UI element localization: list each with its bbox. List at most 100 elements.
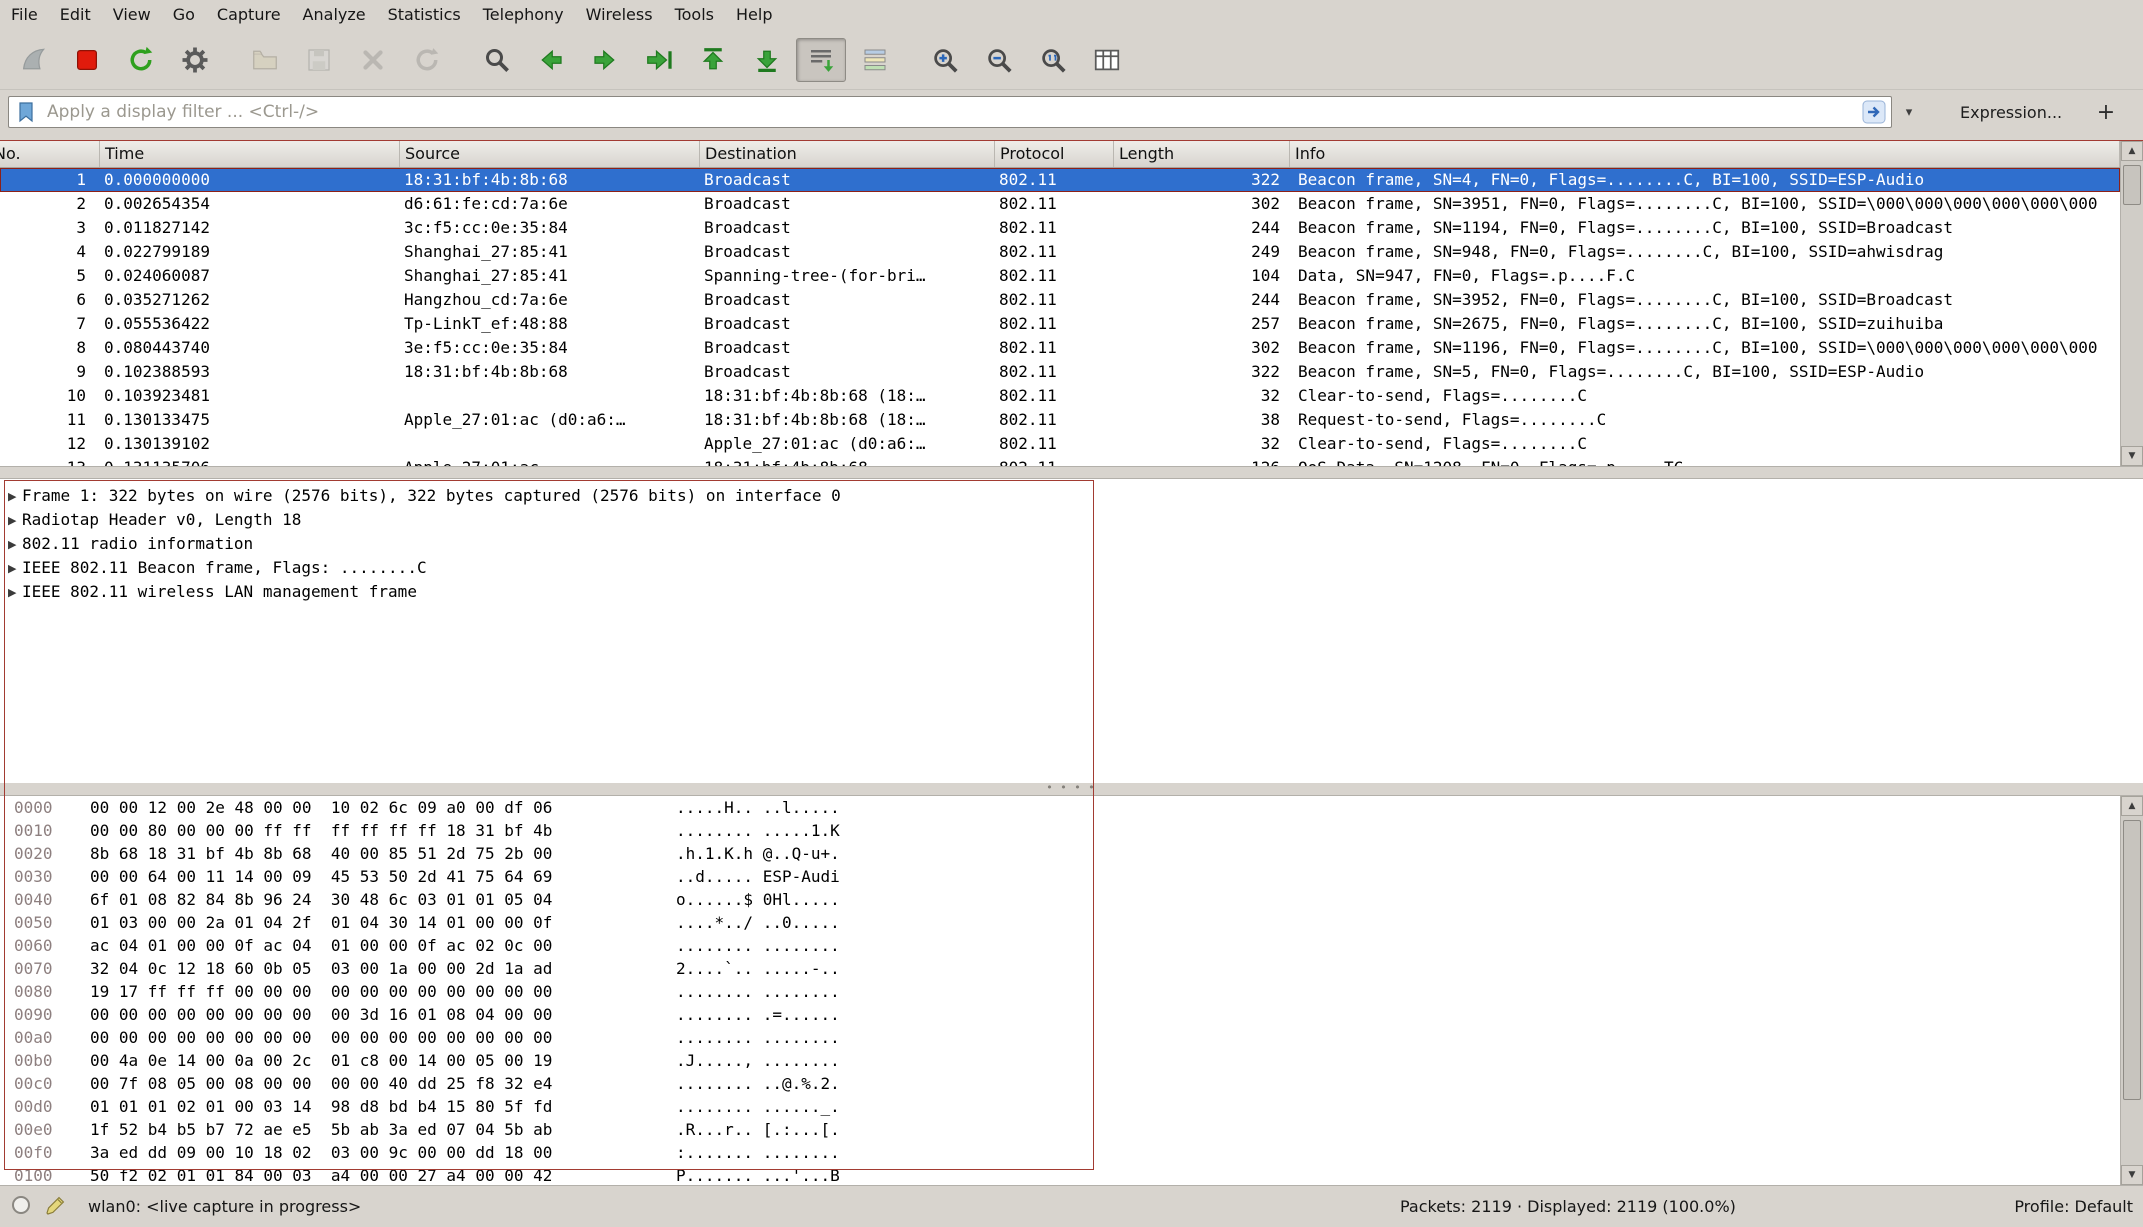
expander-icon[interactable]: ▶ bbox=[0, 562, 22, 575]
restart-capture-button[interactable] bbox=[116, 38, 166, 82]
menu-help[interactable]: Help bbox=[725, 0, 783, 30]
hex-row[interactable]: 0060ac 04 01 00 00 0f ac 04 01 00 00 0f … bbox=[0, 934, 2143, 957]
resize-columns-button[interactable] bbox=[1082, 38, 1132, 82]
zoom-in-button[interactable] bbox=[920, 38, 970, 82]
stop-capture-button[interactable] bbox=[62, 38, 112, 82]
scroll-thumb[interactable] bbox=[2123, 820, 2141, 1100]
zoom-reset-button[interactable] bbox=[1028, 38, 1078, 82]
column-header-time[interactable]: Time bbox=[100, 141, 400, 167]
detail-row[interactable]: ▶Frame 1: 322 bytes on wire (2576 bits),… bbox=[0, 484, 2143, 508]
cell-no: 12 bbox=[0, 432, 100, 456]
go-back-button[interactable] bbox=[526, 38, 576, 82]
hex-row[interactable]: 00a000 00 00 00 00 00 00 00 00 00 00 00 … bbox=[0, 1026, 2143, 1049]
detail-row[interactable]: ▶Radiotap Header v0, Length 18 bbox=[0, 508, 2143, 532]
packet-row[interactable]: 70.055536422Tp-LinkT_ef:48:88Broadcast80… bbox=[0, 312, 2120, 336]
filter-bookmark-icon[interactable] bbox=[15, 100, 39, 128]
hex-row[interactable]: 007032 04 0c 12 18 60 0b 05 03 00 1a 00 … bbox=[0, 957, 2143, 980]
packet-row[interactable]: 130.131135706Apple_27:01:ac18:31:bf:4b:8… bbox=[0, 456, 2120, 466]
zoom-out-button[interactable] bbox=[974, 38, 1024, 82]
go-to-packet-button[interactable] bbox=[634, 38, 684, 82]
hex-row[interactable]: 005001 03 00 00 2a 01 04 2f 01 04 30 14 … bbox=[0, 911, 2143, 934]
column-header-info[interactable]: Info bbox=[1290, 141, 2120, 167]
go-last-button[interactable] bbox=[742, 38, 792, 82]
packet-row[interactable]: 120.130139102Apple_27:01:ac (d0:a6:…802.… bbox=[0, 432, 2120, 456]
packet-list-scrollbar[interactable]: ▲ ▼ bbox=[2120, 141, 2143, 466]
open-file-button[interactable] bbox=[240, 38, 290, 82]
hex-row[interactable]: 00c000 7f 08 05 00 08 00 00 00 00 40 dd … bbox=[0, 1072, 2143, 1095]
expander-icon[interactable]: ▶ bbox=[0, 538, 22, 551]
menu-analyze[interactable]: Analyze bbox=[292, 0, 377, 30]
menu-statistics[interactable]: Statistics bbox=[377, 0, 472, 30]
detail-row[interactable]: ▶IEEE 802.11 wireless LAN management fra… bbox=[0, 580, 2143, 604]
scroll-up-button[interactable]: ▲ bbox=[2121, 141, 2143, 161]
column-header-source[interactable]: Source bbox=[400, 141, 700, 167]
filter-dropdown-button[interactable]: ▾ bbox=[1894, 96, 1924, 128]
scroll-down-button[interactable]: ▼ bbox=[2121, 446, 2143, 466]
hex-row[interactable]: 009000 00 00 00 00 00 00 00 00 3d 16 01 … bbox=[0, 1003, 2143, 1026]
expander-icon[interactable]: ▶ bbox=[0, 490, 22, 503]
scroll-down-button[interactable]: ▼ bbox=[2121, 1165, 2143, 1185]
packet-row[interactable]: 10.00000000018:31:bf:4b:8b:68Broadcast80… bbox=[0, 168, 2120, 192]
packet-row[interactable]: 100.10392348118:31:bf:4b:8b:68 (18:…802.… bbox=[0, 384, 2120, 408]
menu-wireless[interactable]: Wireless bbox=[575, 0, 664, 30]
hex-row[interactable]: 010050 f2 02 01 01 84 00 03 a4 00 00 27 … bbox=[0, 1164, 2143, 1185]
hex-row[interactable]: 00b000 4a 0e 14 00 0a 00 2c 01 c8 00 14 … bbox=[0, 1049, 2143, 1072]
find-packet-button[interactable] bbox=[472, 38, 522, 82]
auto-scroll-button[interactable] bbox=[796, 38, 846, 82]
column-header-destination[interactable]: Destination bbox=[700, 141, 995, 167]
go-forward-button[interactable] bbox=[580, 38, 630, 82]
packet-row[interactable]: 40.022799189Shanghai_27:85:41Broadcast80… bbox=[0, 240, 2120, 264]
scroll-up-button[interactable]: ▲ bbox=[2121, 796, 2143, 816]
filter-apply-icon[interactable] bbox=[1862, 100, 1886, 128]
start-capture-button[interactable] bbox=[8, 38, 58, 82]
menu-capture[interactable]: Capture bbox=[206, 0, 292, 30]
capture-comment-icon[interactable] bbox=[44, 1194, 66, 1220]
close-file-button[interactable] bbox=[348, 38, 398, 82]
menu-view[interactable]: View bbox=[102, 0, 162, 30]
colorize-button[interactable] bbox=[850, 38, 900, 82]
detail-row[interactable]: ▶IEEE 802.11 Beacon frame, Flags: ......… bbox=[0, 556, 2143, 580]
save-file-button[interactable] bbox=[294, 38, 344, 82]
cell-no: 8 bbox=[0, 336, 100, 360]
scroll-thumb[interactable] bbox=[2123, 165, 2141, 205]
packet-row[interactable]: 50.024060087Shanghai_27:85:41Spanning-tr… bbox=[0, 264, 2120, 288]
display-filter-input[interactable] bbox=[8, 96, 1892, 128]
go-first-button[interactable] bbox=[688, 38, 738, 82]
detail-row[interactable]: ▶802.11 radio information bbox=[0, 532, 2143, 556]
hex-row[interactable]: 00406f 01 08 82 84 8b 96 24 30 48 6c 03 … bbox=[0, 888, 2143, 911]
menu-file[interactable]: File bbox=[0, 0, 49, 30]
column-header-no[interactable]: No. bbox=[0, 141, 100, 167]
packet-row[interactable]: 30.0118271423c:f5:cc:0e:35:84Broadcast80… bbox=[0, 216, 2120, 240]
menu-edit[interactable]: Edit bbox=[49, 0, 102, 30]
menu-tools[interactable]: Tools bbox=[664, 0, 725, 30]
filter-add-button[interactable]: + bbox=[2089, 96, 2123, 128]
expression-button[interactable]: Expression... bbox=[1950, 97, 2072, 128]
hex-row[interactable]: 008019 17 ff ff ff 00 00 00 00 00 00 00 … bbox=[0, 980, 2143, 1003]
menu-go[interactable]: Go bbox=[162, 0, 206, 30]
hex-row[interactable]: 000000 00 12 00 2e 48 00 00 10 02 6c 09 … bbox=[0, 796, 2143, 819]
capture-options-button[interactable] bbox=[170, 38, 220, 82]
hex-row[interactable]: 001000 00 80 00 00 00 ff ff ff ff ff ff … bbox=[0, 819, 2143, 842]
hex-row[interactable]: 00f03a ed dd 09 00 10 18 02 03 00 9c 00 … bbox=[0, 1141, 2143, 1164]
pane-splitter[interactable] bbox=[0, 466, 2143, 478]
hex-row[interactable]: 00e01f 52 b4 b5 b7 72 ae e5 5b ab 3a ed … bbox=[0, 1118, 2143, 1141]
column-header-length[interactable]: Length bbox=[1114, 141, 1290, 167]
hex-bytes: 00 00 00 00 00 00 00 00 00 00 00 00 00 0… bbox=[76, 1026, 676, 1049]
expert-info-icon[interactable] bbox=[10, 1194, 32, 1220]
packet-row[interactable]: 60.035271262Hangzhou_cd:7a:6eBroadcast80… bbox=[0, 288, 2120, 312]
packet-row[interactable]: 80.0804437403e:f5:cc:0e:35:84Broadcast80… bbox=[0, 336, 2120, 360]
profile-label[interactable]: Profile: Default bbox=[2014, 1186, 2133, 1227]
menu-telephony[interactable]: Telephony bbox=[472, 0, 575, 30]
expander-icon[interactable]: ▶ bbox=[0, 514, 22, 527]
hex-row[interactable]: 003000 00 64 00 11 14 00 09 45 53 50 2d … bbox=[0, 865, 2143, 888]
hex-row[interactable]: 00d001 01 01 02 01 00 03 14 98 d8 bd b4 … bbox=[0, 1095, 2143, 1118]
reload-file-button[interactable] bbox=[402, 38, 452, 82]
packet-row[interactable]: 20.002654354d6:61:fe:cd:7a:6eBroadcast80… bbox=[0, 192, 2120, 216]
hex-row[interactable]: 00208b 68 18 31 bf 4b 8b 68 40 00 85 51 … bbox=[0, 842, 2143, 865]
packet-row[interactable]: 90.10238859318:31:bf:4b:8b:68Broadcast80… bbox=[0, 360, 2120, 384]
pane-splitter-handle[interactable] bbox=[0, 783, 2143, 795]
column-header-protocol[interactable]: Protocol bbox=[995, 141, 1114, 167]
bytes-scrollbar[interactable]: ▲ ▼ bbox=[2120, 796, 2143, 1185]
packet-row[interactable]: 110.130133475Apple_27:01:ac (d0:a6:…18:3… bbox=[0, 408, 2120, 432]
expander-icon[interactable]: ▶ bbox=[0, 586, 22, 599]
